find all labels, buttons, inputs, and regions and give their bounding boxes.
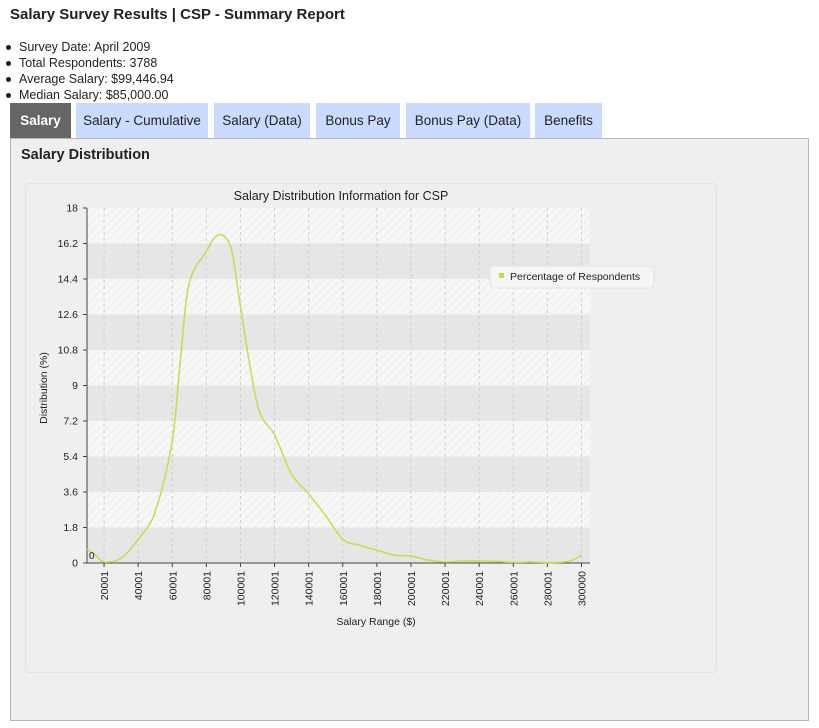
plot-band xyxy=(87,314,590,350)
x-tick-label: 240001 xyxy=(474,571,486,606)
x-tick-label: 80001 xyxy=(201,571,213,600)
x-tick-label: 160001 xyxy=(338,571,350,606)
legend-label: Percentage of Respondents xyxy=(510,271,640,283)
x-tick-label: 220001 xyxy=(440,571,452,606)
plot-band xyxy=(87,527,590,563)
legend: Percentage of Respondents xyxy=(489,265,655,289)
plot-band xyxy=(87,385,590,421)
zero-annotation: 0 xyxy=(89,551,95,562)
y-tick-label: 1.8 xyxy=(63,522,78,534)
y-axis-label: Distribution (%) xyxy=(38,352,50,424)
y-tick-label: 12.6 xyxy=(58,309,79,321)
y-tick-label: 7.2 xyxy=(63,416,78,428)
y-tick-label: 18 xyxy=(66,203,78,215)
y-tick-label: 14.4 xyxy=(58,274,79,286)
x-tick-label: 100001 xyxy=(235,571,247,606)
y-tick-label: 5.4 xyxy=(63,451,78,463)
x-tick-label: 300000 xyxy=(576,571,588,606)
plot-band xyxy=(87,350,590,386)
x-tick-label: 20001 xyxy=(99,571,111,600)
y-tick-label: 3.6 xyxy=(63,487,78,499)
x-tick-label: 40001 xyxy=(133,571,145,600)
plot-band xyxy=(87,208,590,244)
legend-swatch xyxy=(499,273,504,278)
x-tick-label: 60001 xyxy=(167,571,179,600)
plot-band xyxy=(87,492,590,528)
x-tick-label: 280001 xyxy=(542,571,554,606)
y-tick-label: 16.2 xyxy=(58,238,79,250)
chart-title: Salary Distribution Information for CSP xyxy=(234,189,449,203)
x-axis-label: Salary Range ($) xyxy=(336,616,415,628)
x-tick-label: 200001 xyxy=(406,571,418,606)
x-tick-label: 180001 xyxy=(372,571,384,606)
y-tick-label: 0 xyxy=(72,558,78,570)
x-tick-label: 260001 xyxy=(508,571,520,606)
x-tick-label: 120001 xyxy=(270,571,282,606)
salary-distribution-chart: 0 1.8 3.6 5.4 7.2 9 10.8 12.6 14.4 16.2 18 20001 40… xyxy=(38,189,655,628)
plot-band xyxy=(87,421,590,457)
x-tick-label: 140001 xyxy=(304,571,316,606)
y-tick-label: 10.8 xyxy=(58,345,79,357)
y-tick-label: 9 xyxy=(72,380,78,392)
